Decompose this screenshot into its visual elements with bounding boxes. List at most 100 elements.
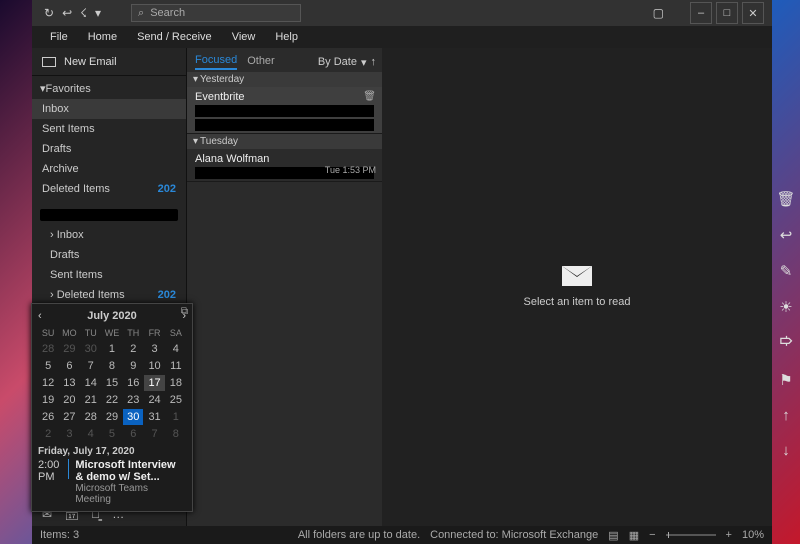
cal-day[interactable]: 29 — [102, 409, 122, 425]
cal-prev-button[interactable]: ‹ — [38, 310, 42, 322]
cal-day[interactable]: 4 — [166, 341, 186, 357]
maximize-button[interactable]: □ — [716, 2, 738, 24]
menu-help[interactable]: Help — [265, 26, 308, 48]
close-button[interactable]: ✕ — [742, 2, 764, 24]
cal-day[interactable]: 5 — [38, 358, 58, 374]
account-deleted[interactable]: › Deleted Items202 — [32, 285, 186, 305]
folder-sent[interactable]: Sent Items — [32, 119, 186, 139]
account-drafts[interactable]: Drafts — [32, 245, 186, 265]
sync-icon[interactable]: ↻ — [44, 6, 54, 20]
delete-icon[interactable]: 🗑︎ — [363, 91, 376, 102]
cal-day[interactable]: 23 — [123, 392, 143, 408]
ribbon-toggle-icon[interactable]: ▢ — [653, 6, 664, 20]
cal-day[interactable]: 9 — [123, 358, 143, 374]
cal-day[interactable]: 25 — [166, 392, 186, 408]
undo-icon[interactable]: ↩ — [62, 6, 72, 20]
rail-new-icon[interactable]: ✎ — [780, 262, 793, 280]
cal-day[interactable]: 18 — [166, 375, 186, 391]
cal-day[interactable]: 28 — [38, 341, 58, 357]
rail-down-icon[interactable]: ↓ — [782, 442, 790, 459]
cal-day[interactable]: 24 — [144, 392, 164, 408]
calendar-event[interactable]: 2:00 PM Microsoft Interview & demo w/ Se… — [38, 459, 186, 505]
dropdown-icon[interactable]: ▾ — [95, 6, 101, 20]
cal-day[interactable]: 13 — [59, 375, 79, 391]
sort-ascending-icon[interactable]: ↑ — [371, 56, 377, 68]
cal-day[interactable]: 27 — [59, 409, 79, 425]
message-from: Eventbrite — [195, 91, 374, 103]
cal-day[interactable]: 1 — [102, 341, 122, 357]
sort-button[interactable]: By Date ▾ ↑ — [318, 56, 376, 69]
account-inbox[interactable]: › Inbox — [32, 225, 186, 245]
rail-flag-icon[interactable]: ⚑ — [779, 371, 792, 389]
title-bar: ↻ ↩ ☇ ▾ ⌕ Search ▢ – □ ✕ — [32, 0, 772, 26]
folder-deleted[interactable]: Deleted Items202 — [32, 179, 186, 199]
new-email-button[interactable]: New Email — [32, 48, 186, 76]
rail-delete-icon[interactable]: 🗑︎ — [776, 190, 795, 208]
menu-file[interactable]: File — [40, 26, 78, 48]
cal-day[interactable]: 2 — [38, 426, 58, 442]
zoom-slider[interactable] — [666, 534, 716, 536]
mic-icon[interactable]: ☇ — [80, 6, 87, 20]
cal-day[interactable]: 2 — [123, 341, 143, 357]
cal-day[interactable]: 4 — [81, 426, 101, 442]
cal-day[interactable]: 30 — [81, 341, 101, 357]
message-tabs: Focused Other By Date ▾ ↑ — [187, 48, 382, 72]
rail-brightness-icon[interactable]: ☀ — [779, 298, 792, 316]
group-tuesday[interactable]: Tuesday — [187, 134, 382, 149]
folder-drafts[interactable]: Drafts — [32, 139, 186, 159]
tab-focused[interactable]: Focused — [195, 54, 237, 70]
cal-day[interactable]: 16 — [123, 375, 143, 391]
cal-day[interactable]: 30 — [123, 409, 143, 425]
account-name-redacted[interactable] — [40, 209, 178, 221]
favorites-header[interactable]: Favorites — [32, 76, 186, 99]
tab-other[interactable]: Other — [247, 55, 275, 69]
message-item[interactable]: Eventbrite 🗑︎ — [187, 87, 382, 134]
rail-up-icon[interactable]: ↑ — [782, 407, 790, 424]
cal-day[interactable]: 1 — [166, 409, 186, 425]
cal-day[interactable]: 6 — [123, 426, 143, 442]
menu-bar: File Home Send / Receive View Help — [32, 26, 772, 48]
cal-day[interactable]: 22 — [102, 392, 122, 408]
account-sent[interactable]: Sent Items — [32, 265, 186, 285]
folder-archive[interactable]: Archive — [32, 159, 186, 179]
cal-day[interactable]: 5 — [102, 426, 122, 442]
cal-day[interactable]: 17 — [144, 375, 164, 391]
rail-move-icon[interactable] — [779, 334, 794, 353]
view-reading-icon[interactable]: ▦ — [629, 529, 639, 542]
cal-day[interactable]: 29 — [59, 341, 79, 357]
cal-day[interactable]: 11 — [166, 358, 186, 374]
cal-day[interactable]: 7 — [144, 426, 164, 442]
cal-day[interactable]: 8 — [166, 426, 186, 442]
group-yesterday[interactable]: Yesterday — [187, 72, 382, 87]
cal-day[interactable]: 12 — [38, 375, 58, 391]
cal-day[interactable]: 3 — [144, 341, 164, 357]
cal-title: July 2020 — [87, 310, 137, 322]
cal-day[interactable]: 19 — [38, 392, 58, 408]
cal-day[interactable]: 14 — [81, 375, 101, 391]
cal-day[interactable]: 31 — [144, 409, 164, 425]
zoom-in-button[interactable]: + — [726, 529, 732, 541]
cal-day[interactable]: 20 — [59, 392, 79, 408]
rail-undo-icon[interactable]: ↩ — [780, 226, 793, 244]
message-item[interactable]: Alana Wolfman Tue 1:53 PM — [187, 149, 382, 182]
folder-inbox[interactable]: Inbox — [32, 99, 186, 119]
cal-day[interactable]: 21 — [81, 392, 101, 408]
search-input[interactable]: ⌕ Search — [131, 4, 301, 22]
menu-view[interactable]: View — [222, 26, 266, 48]
menu-home[interactable]: Home — [78, 26, 127, 48]
status-bar: Items: 3 All folders are up to date. Con… — [32, 526, 772, 544]
cal-day[interactable]: 6 — [59, 358, 79, 374]
undock-icon[interactable]: ⧉ — [181, 306, 188, 317]
cal-day[interactable]: 28 — [81, 409, 101, 425]
menu-send-receive[interactable]: Send / Receive — [127, 26, 222, 48]
zoom-out-button[interactable]: − — [649, 529, 655, 541]
minimize-button[interactable]: – — [690, 2, 712, 24]
cal-day[interactable]: 3 — [59, 426, 79, 442]
message-preview-redacted — [195, 119, 374, 131]
view-normal-icon[interactable]: ▤ — [608, 529, 618, 542]
cal-day[interactable]: 8 — [102, 358, 122, 374]
cal-day[interactable]: 26 — [38, 409, 58, 425]
cal-day[interactable]: 10 — [144, 358, 164, 374]
cal-day[interactable]: 7 — [81, 358, 101, 374]
cal-day[interactable]: 15 — [102, 375, 122, 391]
